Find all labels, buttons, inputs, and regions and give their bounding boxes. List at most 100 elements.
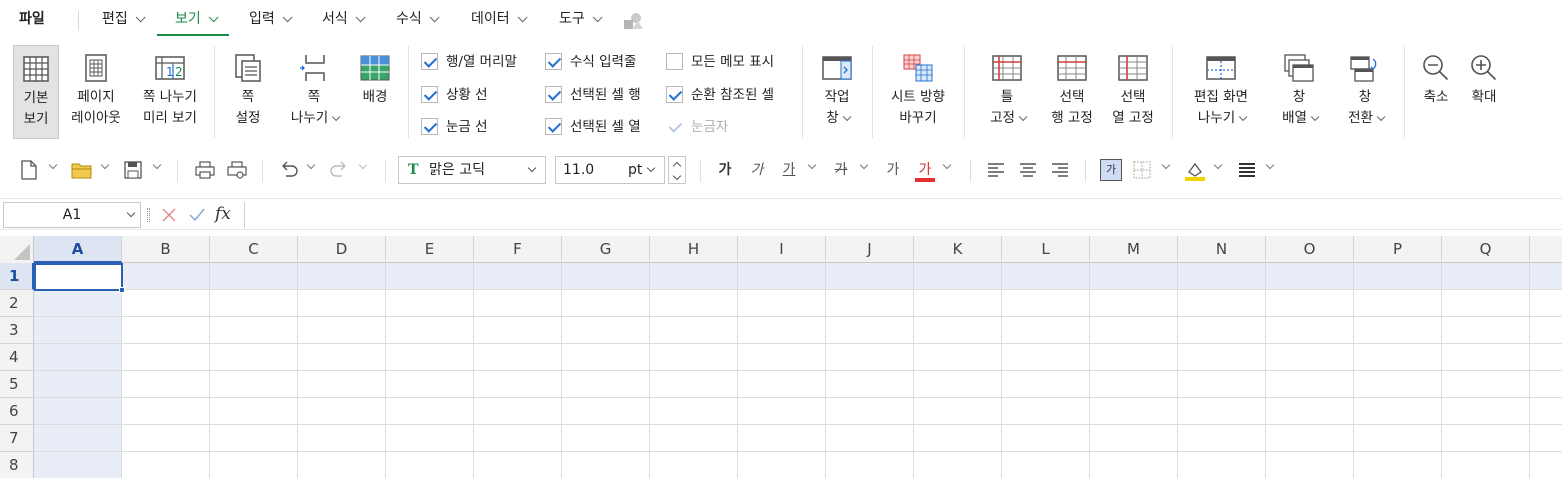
chevron-down-icon[interactable] bbox=[48, 160, 58, 170]
menu-view[interactable]: 보기 bbox=[175, 0, 219, 38]
open-folder-icon[interactable] bbox=[70, 158, 94, 182]
chevron-down-icon[interactable] bbox=[942, 160, 952, 170]
drag-handle-icon[interactable] bbox=[147, 208, 150, 222]
checkbox-gridlines[interactable]: 눈금 선 bbox=[421, 116, 488, 138]
column-header-h[interactable]: H bbox=[650, 236, 738, 263]
chevron-down-icon[interactable] bbox=[152, 160, 162, 170]
checkbox-row-col-headers[interactable]: 행/열 머리말 bbox=[421, 51, 517, 73]
confirm-icon[interactable] bbox=[188, 207, 206, 223]
font-size-stepper[interactable] bbox=[668, 156, 686, 184]
shapes-icon[interactable] bbox=[622, 11, 644, 31]
normal-view-button[interactable]: 기본 보기 bbox=[13, 45, 59, 139]
function-wizard-button[interactable]: fx bbox=[215, 201, 231, 227]
freeze-panes-button[interactable]: 틀 고정 bbox=[984, 45, 1030, 139]
column-header-e[interactable]: E bbox=[386, 236, 474, 263]
chevron-down-icon[interactable] bbox=[100, 160, 110, 170]
column-header-a[interactable]: A bbox=[34, 236, 122, 263]
cell-style-button[interactable]: 가 bbox=[1100, 159, 1122, 181]
arrange-windows-button[interactable]: 창 배열 bbox=[1272, 45, 1326, 139]
table-row[interactable] bbox=[34, 452, 1562, 478]
column-header-q[interactable]: Q bbox=[1442, 236, 1530, 263]
row-header-4[interactable]: 4 bbox=[0, 344, 34, 371]
column-header-c[interactable]: C bbox=[210, 236, 298, 263]
bold-button[interactable]: 가 bbox=[714, 158, 736, 182]
underline-button[interactable]: 가 bbox=[778, 158, 800, 182]
background-button[interactable]: 배경 bbox=[352, 45, 398, 139]
chevron-down-icon[interactable] bbox=[1265, 160, 1275, 170]
row-header-1[interactable]: 1 bbox=[0, 263, 34, 290]
column-header-b[interactable]: B bbox=[122, 236, 210, 263]
column-header-f[interactable]: F bbox=[474, 236, 562, 263]
freeze-row-button[interactable]: 선택 행 고정 bbox=[1042, 45, 1102, 139]
font-size-select[interactable]: 11.0 pt bbox=[555, 156, 665, 184]
split-view-button[interactable]: 편집 화면 나누기 bbox=[1186, 45, 1256, 139]
column-header-l[interactable]: L bbox=[1002, 236, 1090, 263]
menu-data[interactable]: 데이터 bbox=[471, 0, 528, 38]
table-row[interactable] bbox=[34, 398, 1562, 425]
align-right-icon[interactable] bbox=[1049, 158, 1071, 182]
chevron-up-icon[interactable] bbox=[672, 161, 682, 171]
page-layout-button[interactable]: 페이지 레이아웃 bbox=[64, 45, 128, 139]
print-icon[interactable] bbox=[194, 158, 216, 182]
page-break-preview-button[interactable]: 1 2 쪽 나누기 미리 보기 bbox=[136, 45, 204, 139]
row-header-5[interactable]: 5 bbox=[0, 371, 34, 398]
checkbox-status-line[interactable]: 상황 선 bbox=[421, 84, 488, 106]
checkbox-selected-row[interactable]: 선택된 셀 행 bbox=[545, 84, 641, 106]
page-setup-button[interactable]: 쪽 설정 bbox=[224, 45, 272, 139]
chevron-down-icon[interactable] bbox=[859, 160, 869, 170]
print-preview-icon[interactable] bbox=[226, 158, 248, 182]
sheet-direction-button[interactable]: 시트 방향 바꾸기 bbox=[882, 45, 954, 139]
font-color-button[interactable]: 가 bbox=[914, 158, 936, 182]
table-row[interactable] bbox=[34, 290, 1562, 317]
menu-formula[interactable]: 수식 bbox=[396, 0, 440, 38]
chevron-down-icon[interactable] bbox=[1213, 160, 1223, 170]
new-document-icon[interactable] bbox=[18, 158, 40, 182]
fill-handle[interactable] bbox=[119, 287, 125, 293]
align-left-icon[interactable] bbox=[985, 158, 1007, 182]
border-icon[interactable] bbox=[1131, 158, 1153, 182]
menu-insert[interactable]: 입력 bbox=[249, 0, 293, 38]
task-pane-button[interactable]: 작업 창 bbox=[812, 45, 862, 139]
chevron-down-icon[interactable] bbox=[672, 171, 682, 181]
checkbox-circular-reference[interactable]: 순환 참조된 셀 bbox=[666, 84, 774, 106]
fill-color-icon[interactable] bbox=[1183, 158, 1207, 182]
line-style-icon[interactable] bbox=[1236, 158, 1258, 182]
row-header-7[interactable]: 7 bbox=[0, 425, 34, 452]
table-row[interactable] bbox=[34, 263, 1562, 290]
page-break-button[interactable]: 쪽 나누기 bbox=[284, 45, 344, 139]
name-box[interactable]: A1 bbox=[3, 202, 141, 228]
menu-format[interactable]: 서식 bbox=[322, 0, 366, 38]
freeze-column-button[interactable]: 선택 열 고정 bbox=[1104, 45, 1162, 139]
table-row[interactable] bbox=[34, 371, 1562, 398]
menu-tools[interactable]: 도구 bbox=[559, 0, 603, 38]
select-all-button[interactable] bbox=[0, 236, 34, 263]
table-row[interactable] bbox=[34, 317, 1562, 344]
chevron-down-icon[interactable] bbox=[306, 160, 316, 170]
column-header-n[interactable]: N bbox=[1178, 236, 1266, 263]
menu-file[interactable]: 파일 bbox=[19, 0, 45, 38]
formula-input[interactable] bbox=[244, 202, 1560, 228]
active-cell-a1[interactable] bbox=[34, 263, 123, 291]
column-header-k[interactable]: K bbox=[914, 236, 1002, 263]
italic-button[interactable]: 가 bbox=[746, 158, 768, 182]
font-name-select[interactable]: T 맑은 고딕 bbox=[398, 156, 546, 184]
shadow-button[interactable]: 가 bbox=[882, 158, 904, 182]
chevron-down-icon[interactable] bbox=[1161, 160, 1171, 170]
cancel-icon[interactable] bbox=[160, 207, 178, 223]
align-center-icon[interactable] bbox=[1017, 158, 1039, 182]
checkbox-formula-bar[interactable]: 수식 입력줄 bbox=[545, 51, 636, 73]
column-header-d[interactable]: D bbox=[298, 236, 386, 263]
menu-edit[interactable]: 편집 bbox=[102, 0, 146, 38]
column-header-i[interactable]: I bbox=[738, 236, 826, 263]
zoom-out-button[interactable]: 축소 bbox=[1414, 45, 1458, 139]
undo-icon[interactable] bbox=[278, 158, 300, 182]
save-icon[interactable] bbox=[122, 158, 144, 182]
table-row[interactable] bbox=[34, 425, 1562, 452]
row-header-6[interactable]: 6 bbox=[0, 398, 34, 425]
checkbox-show-all-memos[interactable]: 모든 메모 표시 bbox=[666, 51, 774, 73]
row-header-2[interactable]: 2 bbox=[0, 290, 34, 317]
column-header-j[interactable]: J bbox=[826, 236, 914, 263]
chevron-down-icon[interactable] bbox=[807, 160, 817, 170]
column-header-o[interactable]: O bbox=[1266, 236, 1354, 263]
checkbox-selected-column[interactable]: 선택된 셀 열 bbox=[545, 116, 641, 138]
